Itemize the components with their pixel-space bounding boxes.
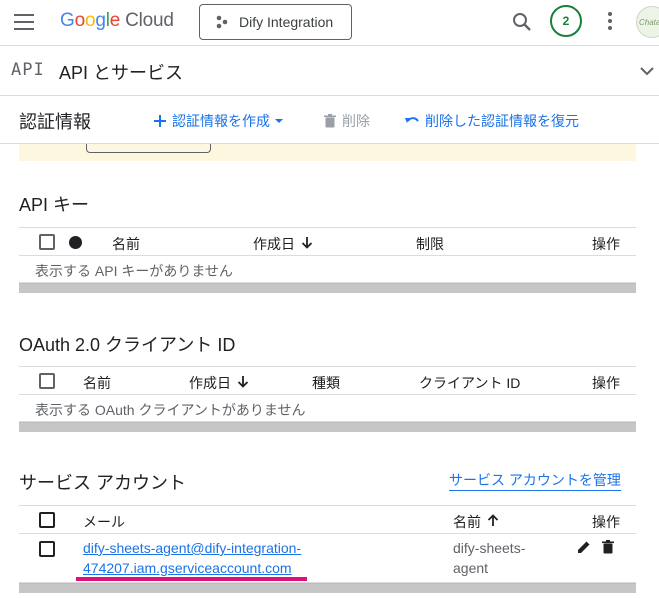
column-header-created[interactable]: 作成日 <box>253 234 313 254</box>
column-header-restrictions: 制限 <box>416 236 444 252</box>
api-icon: API <box>11 60 45 80</box>
add-icon <box>154 115 166 127</box>
action-bar: 認証情報 認証情報を作成 削除 削除した認証情報を復元 <box>0 97 659 144</box>
manage-service-accounts-link[interactable]: サービス アカウントを管理 <box>449 470 621 491</box>
product-title: API とサービス <box>59 63 184 83</box>
create-credentials-button[interactable]: 認証情報を作成 <box>152 111 289 131</box>
arrow-down-icon <box>237 376 249 388</box>
delete-button[interactable]: 削除 <box>322 111 370 131</box>
select-all-checkbox[interactable] <box>39 373 55 389</box>
table-header: メール 名前 操作 <box>19 506 636 534</box>
empty-message: 表示する OAuth クライアントがありません <box>19 395 636 422</box>
table-header: 名前 作成日 制限 操作 <box>19 228 636 256</box>
column-header-actions: 操作 <box>592 375 620 391</box>
product-bar: API API とサービス <box>0 47 659 96</box>
restore-deleted-credentials-button[interactable]: 削除した認証情報を復元 <box>404 111 579 131</box>
horizontal-scrollbar[interactable] <box>19 422 636 432</box>
chevron-down-icon[interactable] <box>636 60 658 82</box>
project-icon <box>216 15 228 29</box>
trash-icon <box>324 114 336 128</box>
banner-button[interactable] <box>86 144 211 153</box>
table-row: dify-sheets-agent@dify-integration- 4742… <box>19 534 636 583</box>
column-header-actions: 操作 <box>592 236 620 252</box>
column-header-name[interactable]: 名前 <box>112 234 140 254</box>
column-header-type[interactable]: 種類 <box>312 373 340 393</box>
table-header: 名前 作成日 種類 クライアント ID 操作 <box>19 367 636 395</box>
delete-label: 削除 <box>342 113 370 129</box>
search-icon[interactable] <box>510 10 534 34</box>
restore-label: 削除した認証情報を復元 <box>425 113 579 129</box>
service-accounts-title: サービス アカウント <box>19 473 187 493</box>
highlight-underline <box>76 577 307 581</box>
avatar[interactable]: Chata <box>636 6 659 38</box>
main-menu-icon[interactable] <box>14 14 34 30</box>
select-all-checkbox[interactable] <box>39 512 55 528</box>
horizontal-scrollbar[interactable] <box>19 283 636 293</box>
edit-icon[interactable] <box>576 539 592 558</box>
api-keys-table: 名前 作成日 制限 操作 表示する API キーがありません <box>19 227 636 293</box>
status-column-icon <box>69 236 82 249</box>
column-header-created[interactable]: 作成日 <box>189 373 249 393</box>
caret-down-icon <box>275 119 283 123</box>
column-header-name[interactable]: 名前 <box>453 512 499 532</box>
horizontal-scrollbar[interactable] <box>19 583 636 593</box>
page-title: 認証情報 <box>19 112 91 132</box>
column-header-name[interactable]: 名前 <box>83 373 111 393</box>
arrow-up-icon <box>487 514 499 526</box>
column-header-email[interactable]: メール <box>83 512 125 532</box>
row-checkbox[interactable] <box>39 541 55 557</box>
google-cloud-logo[interactable]: Google Cloud <box>60 10 174 32</box>
notification-badge[interactable]: 2 <box>550 5 582 37</box>
column-header-client-id[interactable]: クライアント ID <box>419 373 520 393</box>
column-header-actions: 操作 <box>592 514 620 530</box>
top-app-bar: Google Cloud Dify Integration 2 Chata <box>0 0 659 46</box>
service-account-name: dify-sheets- agent <box>453 540 526 576</box>
oauth-title: OAuth 2.0 クライアント ID <box>19 335 236 355</box>
oauth-table: 名前 作成日 種類 クライアント ID 操作 表示する OAuth クライアント… <box>19 366 636 432</box>
arrow-down-icon <box>301 237 313 249</box>
trash-icon[interactable] <box>600 539 616 558</box>
empty-message: 表示する API キーがありません <box>19 256 636 283</box>
select-all-checkbox[interactable] <box>39 234 55 250</box>
more-options-icon[interactable] <box>600 10 620 34</box>
api-keys-title: API キー <box>19 195 90 215</box>
service-account-email-link[interactable]: dify-sheets-agent@dify-integration- 4742… <box>83 538 301 578</box>
project-name: Dify Integration <box>239 14 334 30</box>
create-credentials-label: 認証情報を作成 <box>172 113 270 129</box>
undo-icon <box>405 117 419 123</box>
project-picker-button[interactable]: Dify Integration <box>199 4 352 40</box>
